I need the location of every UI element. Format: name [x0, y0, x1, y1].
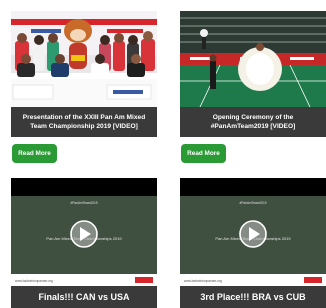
video-footer-url: www.badmintonpanam.org [184, 279, 222, 283]
video-hashtag: #PanAmTeam2019 [70, 201, 97, 205]
video-player[interactable]: #PanAmTeam2019 Pan Am Mixed Team Champio… [180, 178, 326, 286]
opening-ceremony-photo[interactable] [180, 11, 326, 107]
news-card-title[interactable]: Presentation of the XXIII Pan Am Mixed T… [11, 107, 157, 137]
video-title[interactable]: Finals!!! CAN vs USA [11, 286, 157, 308]
play-icon[interactable] [70, 220, 98, 248]
news-card-presentation: Presentation of the XXIII Pan Am Mixed T… [11, 11, 157, 163]
read-more-button[interactable]: Read More [181, 144, 226, 163]
presentation-photo[interactable] [11, 11, 157, 107]
video-footer-url: www.badmintonpanam.org [15, 279, 53, 283]
video-hashtag: #PanAmTeam2019 [239, 201, 266, 205]
video-title[interactable]: 3rd Place!!! BRA vs CUB [180, 286, 326, 308]
news-card-title[interactable]: Opening Ceremony of the #PanAmTeam2019 [… [180, 107, 326, 137]
badminton-logo-icon [304, 277, 322, 283]
read-more-button[interactable]: Read More [12, 144, 57, 163]
video-player[interactable]: #PanAmTeam2019 Pan Am Mixed Team Champio… [11, 178, 157, 286]
badminton-logo-icon [135, 277, 153, 283]
video-card-third-place: #PanAmTeam2019 Pan Am Mixed Team Champio… [180, 178, 326, 308]
news-card-opening-ceremony: Opening Ceremony of the #PanAmTeam2019 [… [180, 11, 326, 163]
video-card-finals: #PanAmTeam2019 Pan Am Mixed Team Champio… [11, 178, 157, 308]
play-icon[interactable] [239, 220, 267, 248]
